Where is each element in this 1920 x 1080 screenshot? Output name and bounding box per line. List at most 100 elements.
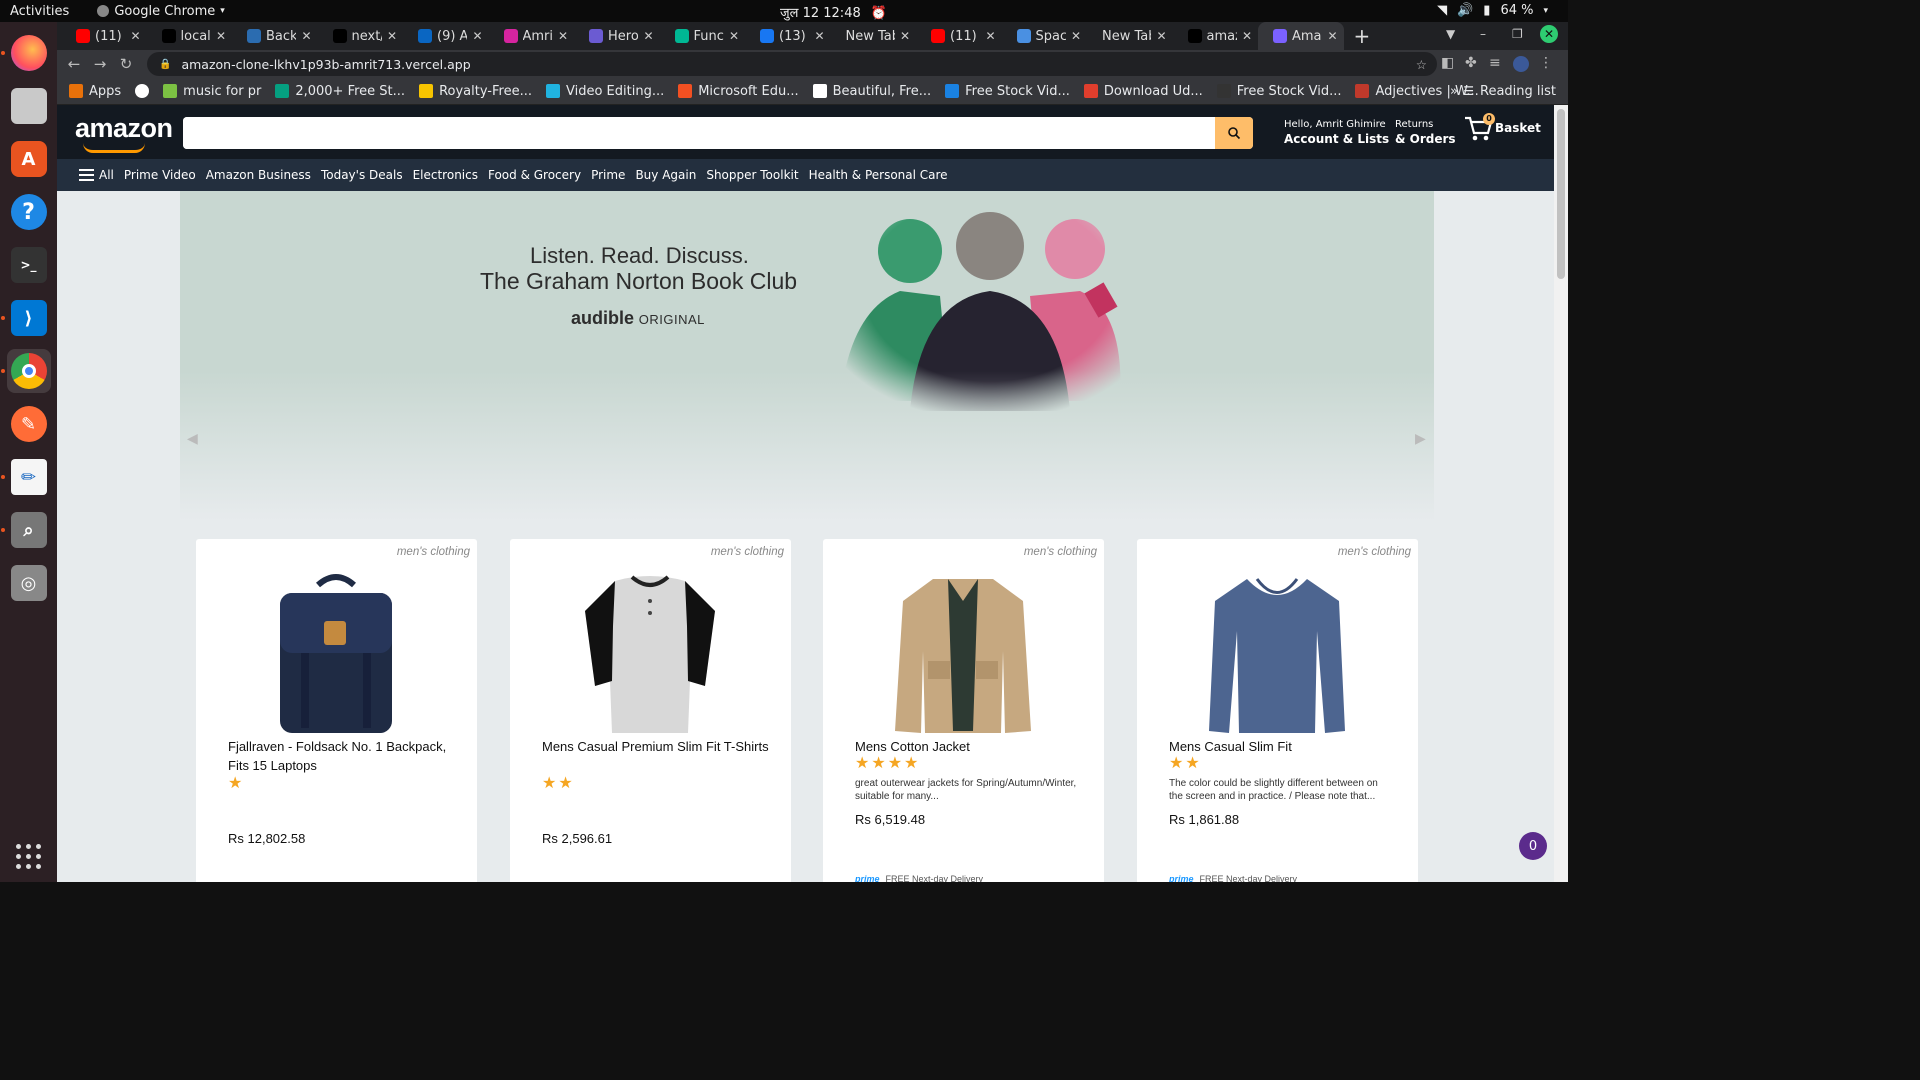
dock-software[interactable]: A <box>7 137 51 181</box>
close-tab-icon[interactable]: ✕ <box>814 29 824 43</box>
nav-amazon-business[interactable]: Amazon Business <box>206 168 311 182</box>
browser-tab[interactable]: Space ✕ <box>1002 22 1088 50</box>
menu-kebab-icon[interactable]: ⋮ <box>1539 55 1553 71</box>
forward-icon[interactable]: → <box>87 55 113 73</box>
more-bookmarks-icon[interactable]: » <box>1450 84 1458 99</box>
browser-tab[interactable]: (13) Th ✕ <box>745 22 831 50</box>
nav-electronics[interactable]: Electronics <box>413 168 478 182</box>
browser-tab[interactable]: (11) Ta ✕ <box>916 22 1002 50</box>
search-input[interactable] <box>183 117 1223 149</box>
browser-tab[interactable]: Functi ✕ <box>660 22 746 50</box>
product-card[interactable]: men's clothing Fjallraven - Foldsack No.… <box>196 539 477 882</box>
browser-tab[interactable]: localh ✕ <box>147 22 233 50</box>
bookmark-item[interactable]: Adjectives | W... <box>1355 84 1479 99</box>
dock-files[interactable] <box>7 84 51 128</box>
close-tab-icon[interactable]: ✕ <box>900 29 910 43</box>
bookmark-item[interactable]: Download Ud... <box>1083 84 1203 99</box>
dock-text-editor[interactable]: ✏ <box>0 455 51 499</box>
hero-banner[interactable]: Listen. Read. Discuss. The Graham Norton… <box>180 191 1434 521</box>
dock-terminal[interactable]: >_ <box>7 243 51 287</box>
bookmark-item[interactable]: Video Editing... <box>545 84 664 99</box>
nav-health-personal-care[interactable]: Health & Personal Care <box>809 168 948 182</box>
new-tab-button[interactable]: + <box>1354 24 1371 48</box>
account-menu[interactable]: Hello, Amrit Ghimire Account & Lists <box>1284 118 1389 148</box>
close-tab-icon[interactable]: ✕ <box>472 29 482 43</box>
dock-disk[interactable]: ◎ <box>7 561 51 605</box>
close-tab-icon[interactable]: ✕ <box>1156 29 1166 43</box>
bookmark-item[interactable] <box>135 84 150 98</box>
search-button[interactable] <box>1215 117 1253 149</box>
product-card[interactable]: men's clothing Mens Cotton Jacket ★★★★ g… <box>823 539 1104 882</box>
browser-tab[interactable]: Amrit ✕ <box>489 22 575 50</box>
bookmark-item[interactable]: Free Stock Vid... <box>945 84 1070 99</box>
close-tab-icon[interactable]: ✕ <box>1242 29 1252 43</box>
dock-help[interactable]: ? <box>7 190 51 234</box>
close-tab-icon[interactable]: ✕ <box>301 29 311 43</box>
browser-tab[interactable]: amazo ✕ <box>1173 22 1259 50</box>
amazon-logo[interactable]: amazon <box>75 113 173 153</box>
carousel-next-icon[interactable]: ▶ <box>1415 431 1426 447</box>
dock-vscode[interactable]: ⟩ <box>0 296 51 340</box>
all-menu-button[interactable]: All <box>79 168 114 182</box>
close-tab-icon[interactable]: ✕ <box>985 29 995 43</box>
address-bar[interactable]: 🔒 amazon-clone-lkhv1p93b-amrit713.vercel… <box>147 52 1437 76</box>
browser-tab[interactable]: Backg ✕ <box>232 22 318 50</box>
bookmark-item[interactable]: Apps <box>69 84 121 99</box>
clock[interactable]: जुल 12 12:48 ⏰ <box>780 3 887 21</box>
bookmark-item[interactable]: Free Stock Vid... <box>1216 84 1341 99</box>
reload-icon[interactable]: ↻ <box>113 55 139 73</box>
browser-tab[interactable]: (11) Bu ✕ <box>61 22 147 50</box>
bookmark-item[interactable]: Microsoft Edu... <box>678 84 799 99</box>
reading-list-button[interactable]: ☰ Reading list <box>1463 84 1556 99</box>
browser-tab[interactable]: New Tab ✕ <box>831 22 917 50</box>
close-tab-icon[interactable]: ✕ <box>1071 29 1081 43</box>
browser-tab[interactable]: Amazo ✕ <box>1258 22 1344 50</box>
nav-buy-again[interactable]: Buy Again <box>635 168 696 182</box>
close-tab-icon[interactable]: ✕ <box>1327 29 1337 43</box>
nav-food-grocery[interactable]: Food & Grocery <box>488 168 581 182</box>
close-tab-icon[interactable]: ✕ <box>387 29 397 43</box>
close-tab-icon[interactable]: ✕ <box>130 29 140 43</box>
tab-search-icon[interactable]: ▼ <box>1446 27 1455 41</box>
system-tray[interactable]: ◥ 🔊 ▮ 64 % ▾ <box>1437 3 1548 18</box>
close-tab-icon[interactable]: ✕ <box>729 29 739 43</box>
browser-tab[interactable]: next/l ✕ <box>318 22 404 50</box>
dock-search[interactable]: ⌕ <box>0 508 51 552</box>
nav-prime-video[interactable]: Prime Video <box>124 168 196 182</box>
dock-chrome[interactable] <box>0 349 51 393</box>
returns-orders-link[interactable]: Returns & Orders <box>1395 118 1456 148</box>
nav-prime[interactable]: Prime <box>591 168 625 182</box>
restore-button[interactable]: ❐ <box>1512 27 1523 41</box>
dock-postman[interactable]: ✎ <box>7 402 51 446</box>
close-window-button[interactable]: ✕ <box>1540 25 1558 43</box>
basket-button[interactable]: 0 Basket <box>1463 113 1541 143</box>
close-tab-icon[interactable]: ✕ <box>643 29 653 43</box>
close-tab-icon[interactable]: ✕ <box>558 29 568 43</box>
browser-tab[interactable]: (9) Am ✕ <box>403 22 489 50</box>
nav-shopper-toolkit[interactable]: Shopper Toolkit <box>706 168 798 182</box>
product-card[interactable]: men's clothing Mens Casual Premium Slim … <box>510 539 791 882</box>
app-menu[interactable]: Google Chrome ▾ <box>97 4 225 19</box>
nav-todays-deals[interactable]: Today's Deals <box>321 168 403 182</box>
chat-bubble[interactable]: 0 <box>1519 832 1547 860</box>
profile-avatar[interactable] <box>1513 56 1529 72</box>
bookmark-item[interactable]: Beautiful, Fre... <box>812 84 931 99</box>
bookmark-item[interactable]: music for pr <box>163 84 261 99</box>
back-icon[interactable]: ← <box>61 55 87 73</box>
bookmark-star-icon[interactable]: ☆ <box>1416 57 1427 72</box>
product-card[interactable]: men's clothing Mens Casual Slim Fit ★★ T… <box>1137 539 1418 882</box>
close-tab-icon[interactable]: ✕ <box>216 29 226 43</box>
browser-tab[interactable]: New Tab ✕ <box>1087 22 1173 50</box>
bookmark-item[interactable]: Royalty-Free... <box>419 84 532 99</box>
media-control-icon[interactable]: ≡ <box>1489 55 1501 71</box>
extensions-puzzle-icon[interactable]: ✤ <box>1465 55 1477 71</box>
dock-firefox[interactable] <box>0 31 51 75</box>
activities-button[interactable]: Activities <box>10 4 69 19</box>
show-applications-icon[interactable] <box>16 844 42 870</box>
carousel-prev-icon[interactable]: ◀ <box>187 431 198 447</box>
scrollbar-thumb[interactable] <box>1557 109 1565 279</box>
bookmark-item[interactable]: 2,000+ Free St... <box>275 84 405 99</box>
extension-icon[interactable]: ◧ <box>1441 55 1454 71</box>
browser-tab[interactable]: Heroic ✕ <box>574 22 660 50</box>
page-scrollbar[interactable] <box>1554 105 1568 882</box>
